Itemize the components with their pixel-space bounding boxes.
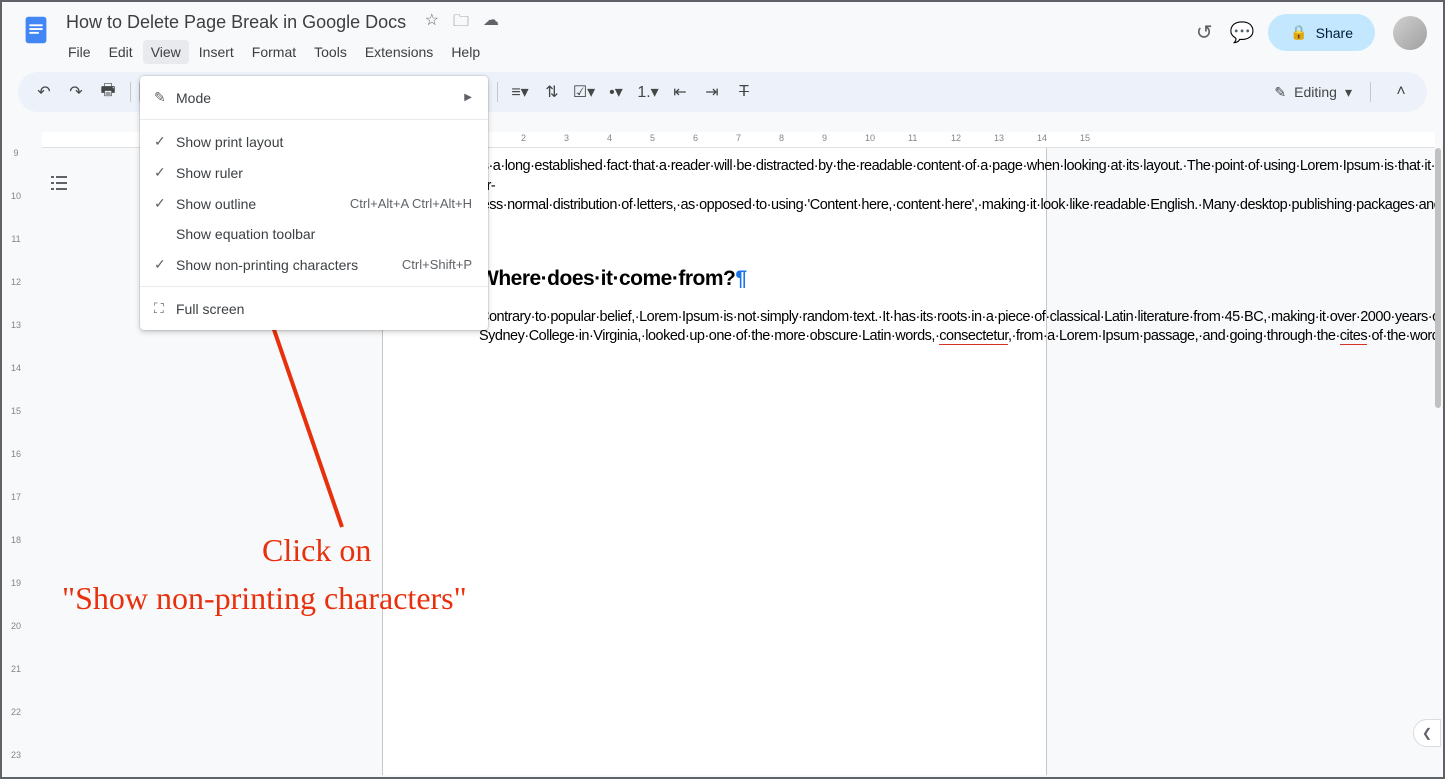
checklist-button[interactable]: ☑▾	[570, 78, 598, 106]
header-right: ↺ 💬 🔒 Share	[1192, 10, 1427, 51]
body-text: is·a·long·established·fact·that·a·reader…	[479, 158, 1435, 213]
check-icon: ✓	[154, 133, 176, 150]
menu-file[interactable]: File	[60, 40, 99, 64]
scrollbar-vertical[interactable]	[1435, 148, 1441, 775]
check-icon: ✓	[154, 195, 176, 212]
dd-full-screen[interactable]: ⛶ Full screen	[140, 293, 488, 324]
dd-mode[interactable]: ✎ Mode ▶	[140, 82, 488, 113]
menu-bar: File Edit View Insert Format Tools Exten…	[60, 40, 1192, 64]
separator	[140, 286, 488, 287]
separator	[140, 119, 488, 120]
numbered-list-button[interactable]: 1.▾	[634, 78, 662, 106]
menu-tools[interactable]: Tools	[306, 40, 355, 64]
dd-show-equation-toolbar[interactable]: Show equation toolbar	[140, 219, 488, 249]
editing-mode-label: Editing	[1294, 84, 1337, 100]
body-text: ·of·the·word·in·classical·literature,·di…	[1367, 328, 1435, 344]
undo-button[interactable]: ↶	[30, 78, 58, 106]
docs-logo[interactable]	[18, 12, 54, 48]
app-header: How to Delete Page Break in Google Docs …	[2, 2, 1443, 64]
scroll-thumb[interactable]	[1435, 148, 1441, 408]
share-label: Share	[1316, 25, 1353, 41]
pilcrow-icon: ¶	[735, 267, 747, 290]
dd-show-nonprinting[interactable]: ✓ Show non-printing characters Ctrl+Shif…	[140, 249, 488, 280]
star-icon[interactable]: ☆	[425, 10, 439, 37]
account-avatar[interactable]	[1393, 16, 1427, 50]
view-dropdown: ✎ Mode ▶ ✓ Show print layout ✓ Show rule…	[140, 76, 488, 330]
cloud-status-icon[interactable]: ☁	[483, 10, 499, 37]
body-text-err: cites	[1340, 328, 1367, 345]
fullscreen-icon: ⛶	[154, 300, 176, 317]
bulleted-list-button[interactable]: •▾	[602, 78, 630, 106]
vertical-ruler[interactable]: 91011121314151617181920212223	[8, 148, 24, 775]
collapse-toolbar-button[interactable]: ˄	[1387, 78, 1415, 106]
dd-show-outline[interactable]: ✓ Show outline Ctrl+Alt+A Ctrl+Alt+H	[140, 188, 488, 219]
move-icon[interactable]: 🗀	[453, 10, 469, 37]
redo-button[interactable]: ↷	[62, 78, 90, 106]
show-outline-button[interactable]	[42, 166, 76, 200]
submenu-arrow-icon: ▶	[464, 92, 472, 103]
body-text: ,·from·a·Lorem·Ipsum·passage,·and·going·…	[1008, 328, 1340, 344]
side-panel-toggle[interactable]: ❮	[1413, 719, 1441, 747]
menu-edit[interactable]: Edit	[101, 40, 141, 64]
separator	[497, 82, 498, 102]
editing-mode-button[interactable]: Editing ▾	[1264, 80, 1362, 105]
menu-insert[interactable]: Insert	[191, 40, 242, 64]
lock-icon: 🔒	[1290, 24, 1307, 41]
body-text-err: consectetur	[939, 328, 1008, 345]
share-button[interactable]: 🔒 Share	[1268, 14, 1375, 51]
increase-indent-button[interactable]: ⇥	[698, 78, 726, 106]
separator	[1370, 82, 1371, 102]
dd-show-ruler[interactable]: ✓ Show ruler	[140, 157, 488, 188]
align-button[interactable]: ≡▾	[506, 78, 534, 106]
heading-text: Where·does·it·come·from?	[479, 267, 735, 290]
menu-extensions[interactable]: Extensions	[357, 40, 441, 64]
pencil-icon: ✎	[154, 89, 176, 106]
print-button[interactable]: 🖶	[94, 78, 122, 106]
history-icon[interactable]: ↺	[1192, 21, 1216, 45]
document-title[interactable]: How to Delete Page Break in Google Docs	[60, 10, 412, 35]
comments-icon[interactable]: 💬	[1230, 21, 1254, 45]
check-icon: ✓	[154, 256, 176, 273]
check-icon: ✓	[154, 164, 176, 181]
title-area: How to Delete Page Break in Google Docs …	[60, 10, 1192, 64]
dd-show-print-layout[interactable]: ✓ Show print layout	[140, 126, 488, 157]
line-spacing-button[interactable]: ⇅	[538, 78, 566, 106]
clear-formatting-button[interactable]: T	[730, 78, 758, 106]
chevron-down-icon: ▾	[1345, 84, 1352, 101]
menu-format[interactable]: Format	[244, 40, 304, 64]
decrease-indent-button[interactable]: ⇤	[666, 78, 694, 106]
menu-help[interactable]: Help	[443, 40, 488, 64]
separator	[130, 82, 131, 102]
menu-view[interactable]: View	[143, 40, 189, 64]
